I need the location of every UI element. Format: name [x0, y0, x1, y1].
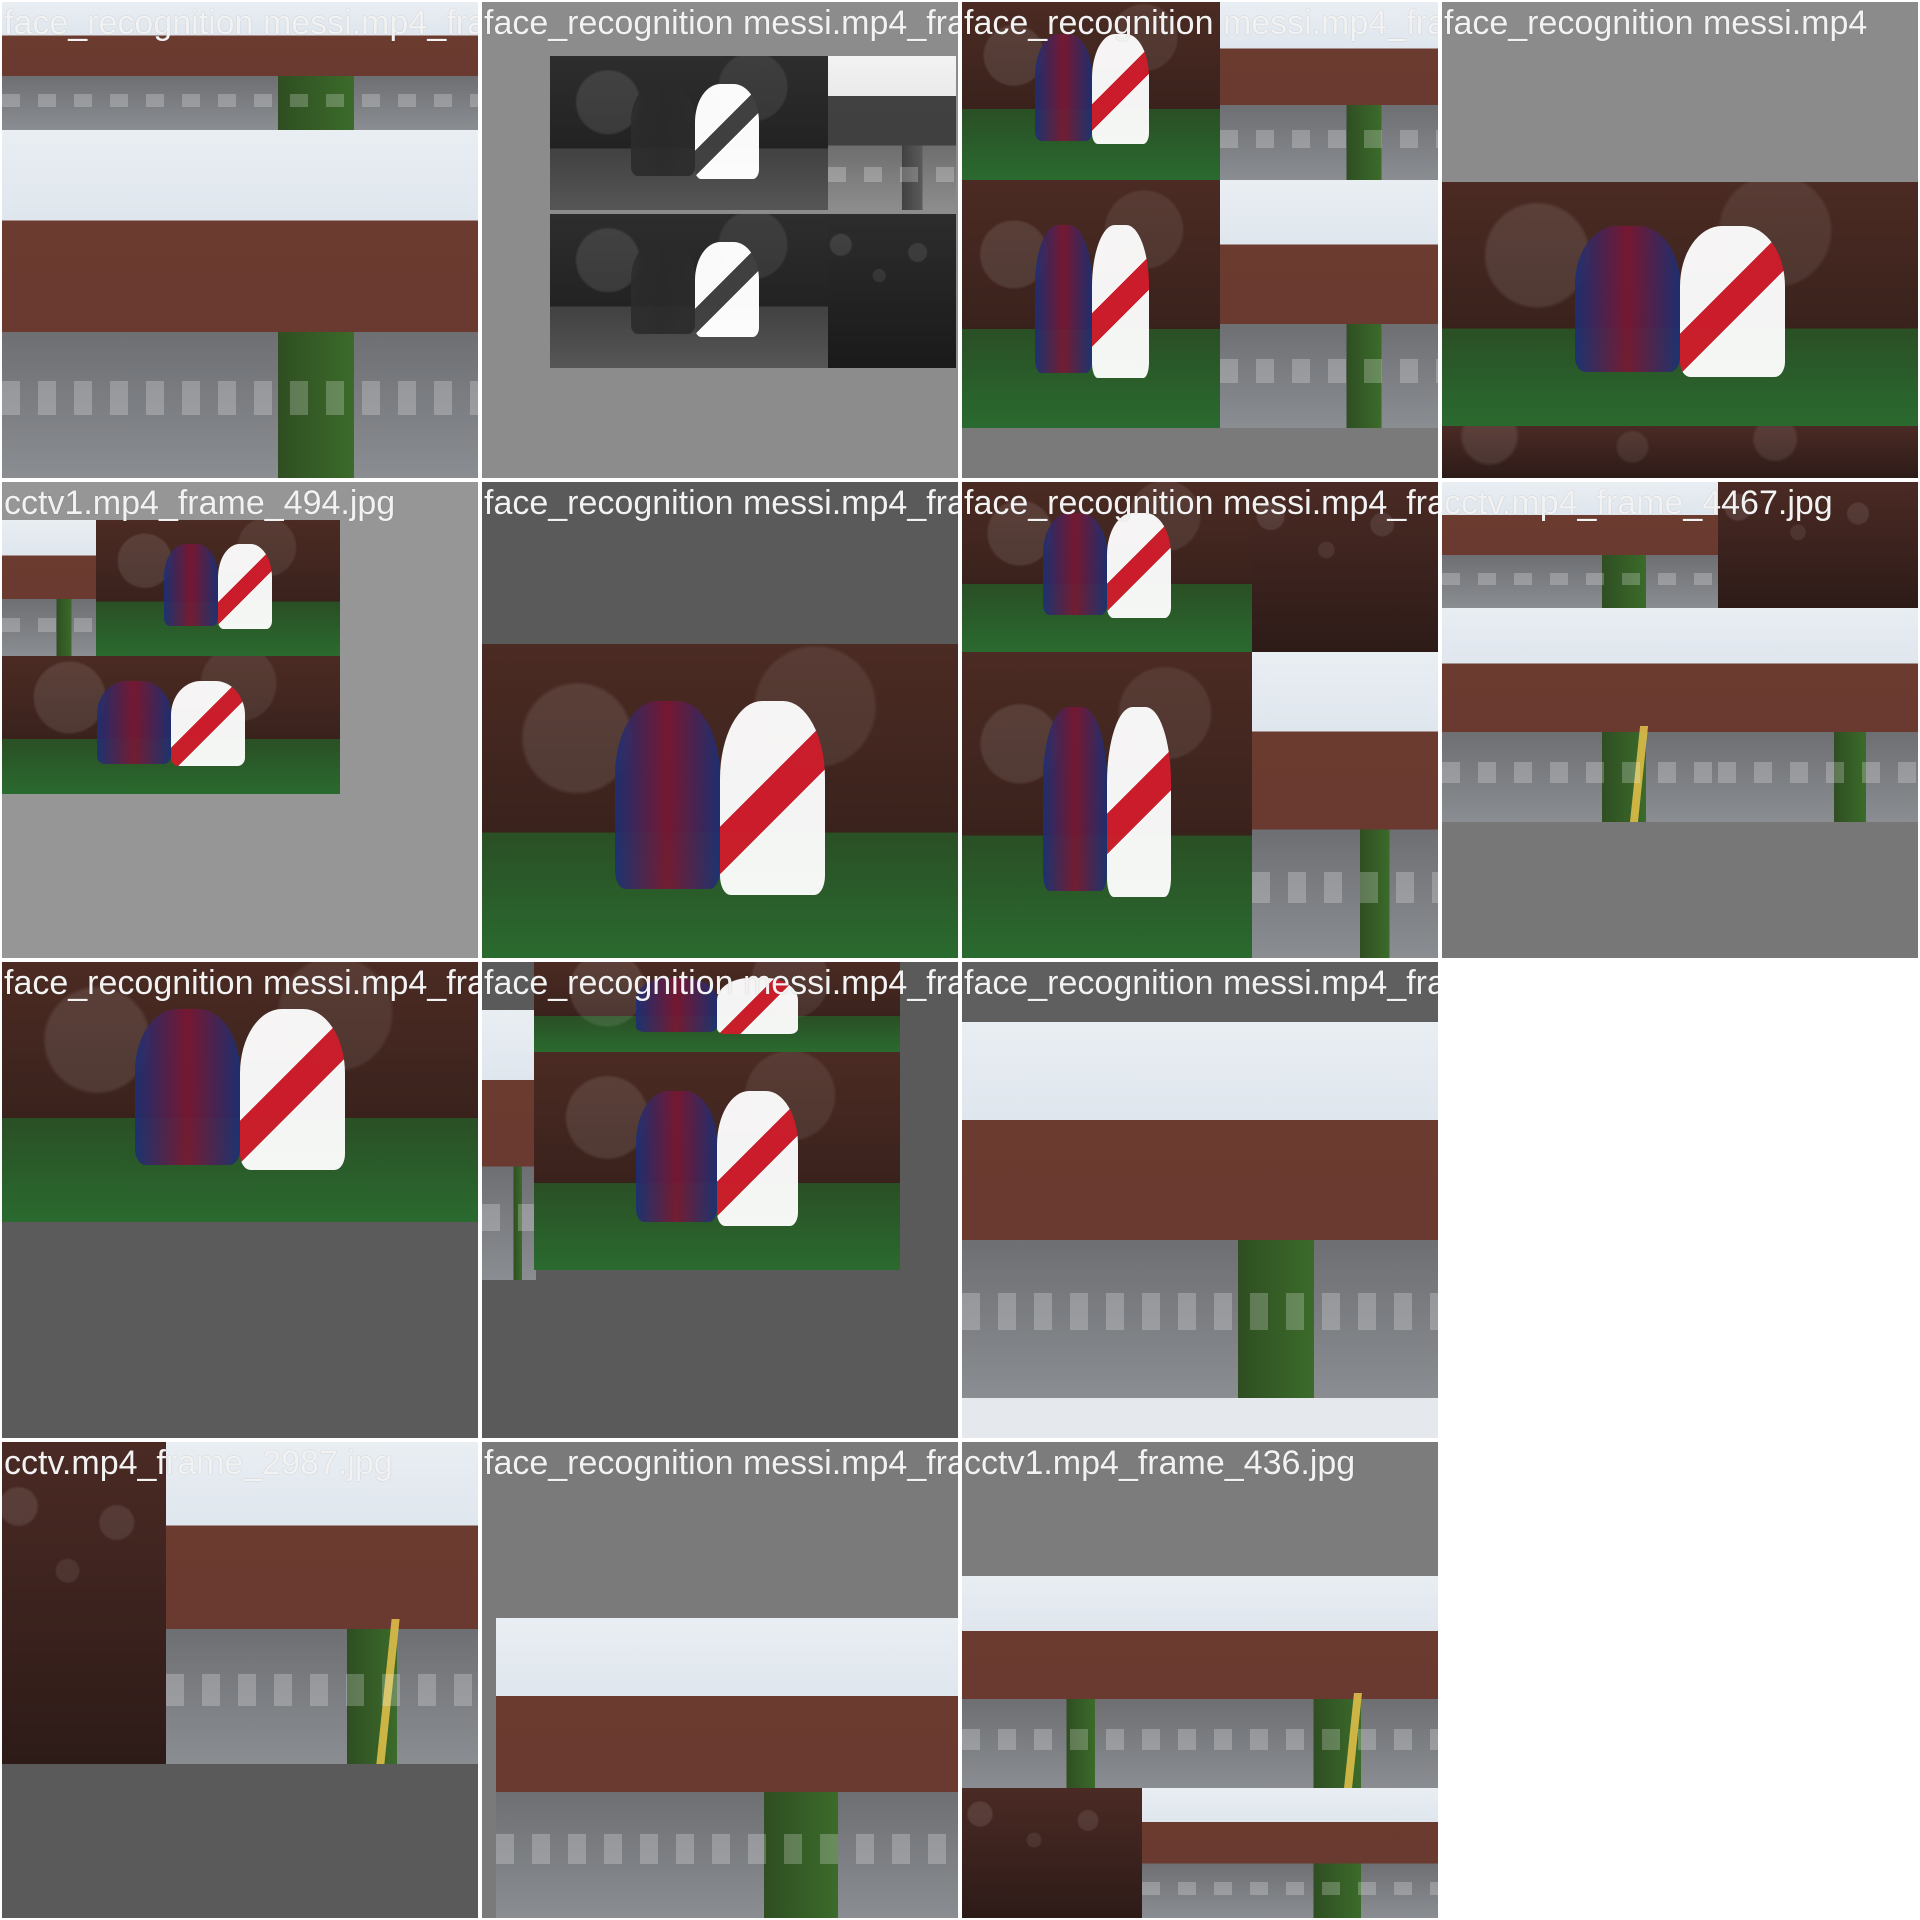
thumbnail-image	[2, 2, 478, 130]
thumbnail-tile[interactable]: cctv.mp4_frame_4467.jpg	[1442, 482, 1918, 958]
thumbnail-tile[interactable]: cctv1.mp4_frame_436.jpg	[962, 1442, 1438, 1918]
thumbnail-image	[2, 656, 340, 794]
thumbnail-image	[482, 644, 958, 958]
thumbnail-image	[2, 962, 478, 1222]
thumbnail-image	[962, 1576, 1142, 1788]
thumbnail-image	[1718, 608, 1918, 822]
thumbnail-image	[1442, 482, 1718, 608]
thumbnail-image	[1220, 180, 1438, 428]
thumbnail-tile[interactable]: face_recognition messi.mp4_frame_5038.jp…	[962, 2, 1438, 478]
thumbnail-tile[interactable]: cctv.mp4_frame_2987.jpg	[2, 1442, 478, 1918]
thumbnail-image	[1252, 652, 1438, 958]
thumbnail-tile[interactable]: face_recognition messi.mp4_frame_4470.jp…	[2, 2, 478, 478]
thumbnail-image	[96, 520, 340, 656]
thumbnail-image	[962, 1398, 1438, 1438]
thumbnail-image	[2, 130, 478, 478]
thumbnail-image	[1442, 182, 1918, 426]
thumbnail-image	[2, 520, 96, 656]
thumbnail-image	[1142, 1788, 1438, 1918]
thumbnail-tile[interactable]: face_recognition messi.mp4_frame_4468.jp…	[482, 482, 958, 958]
thumbnail-image	[1142, 1576, 1438, 1788]
thumbnail-image	[962, 652, 1252, 958]
thumbnail-image	[962, 1788, 1142, 1918]
thumbnail-grid: face_recognition messi.mp4_frame_4470.jp…	[0, 0, 1920, 1920]
thumbnail-image	[1718, 482, 1918, 608]
thumbnail-tile[interactable]: face_recognition messi.mp4_frame_5039.jp…	[482, 962, 958, 1438]
thumbnail-image	[1442, 426, 1918, 478]
thumbnail-image	[534, 1052, 900, 1270]
thumbnail-tile[interactable]: face_recognition messi.mp4_frame_0.jpg	[962, 482, 1438, 958]
thumbnail-tile[interactable]: face_recognition messi.mp4_frame_5041.jp…	[2, 962, 478, 1438]
thumbnail-image	[962, 2, 1222, 180]
thumbnail-image	[496, 1618, 958, 1918]
thumbnail-image	[828, 214, 956, 368]
thumbnail-image	[1252, 482, 1438, 652]
thumbnail-image	[1220, 2, 1438, 180]
thumbnail-image	[2, 1442, 166, 1764]
thumbnail-tile[interactable]: face_recognition messi.mp4	[1442, 2, 1918, 478]
thumbnail-image	[166, 1442, 478, 1764]
thumbnail-image	[550, 56, 840, 210]
thumbnail-image	[962, 1022, 1438, 1398]
thumbnail-image	[482, 1010, 536, 1280]
thumbnail-image	[1442, 608, 1718, 822]
thumbnail-image	[534, 962, 900, 1052]
thumbnail-image	[550, 214, 840, 368]
thumbnail-image	[962, 482, 1252, 652]
thumbnail-tile[interactable]: face_recognition messi.mp4_frame_5040.jp…	[482, 1442, 958, 1918]
thumbnail-image	[828, 56, 956, 210]
thumbnail-image	[962, 180, 1222, 428]
thumbnail-tile[interactable]: cctv1.mp4_frame_494.jpg	[2, 482, 478, 958]
thumbnail-tile[interactable]: face_recognition messi.mp4_frame_4469.jp…	[482, 2, 958, 478]
thumbnail-tile[interactable]: face_recognition messi.mp4_frame_5042.jp	[962, 962, 1438, 1438]
